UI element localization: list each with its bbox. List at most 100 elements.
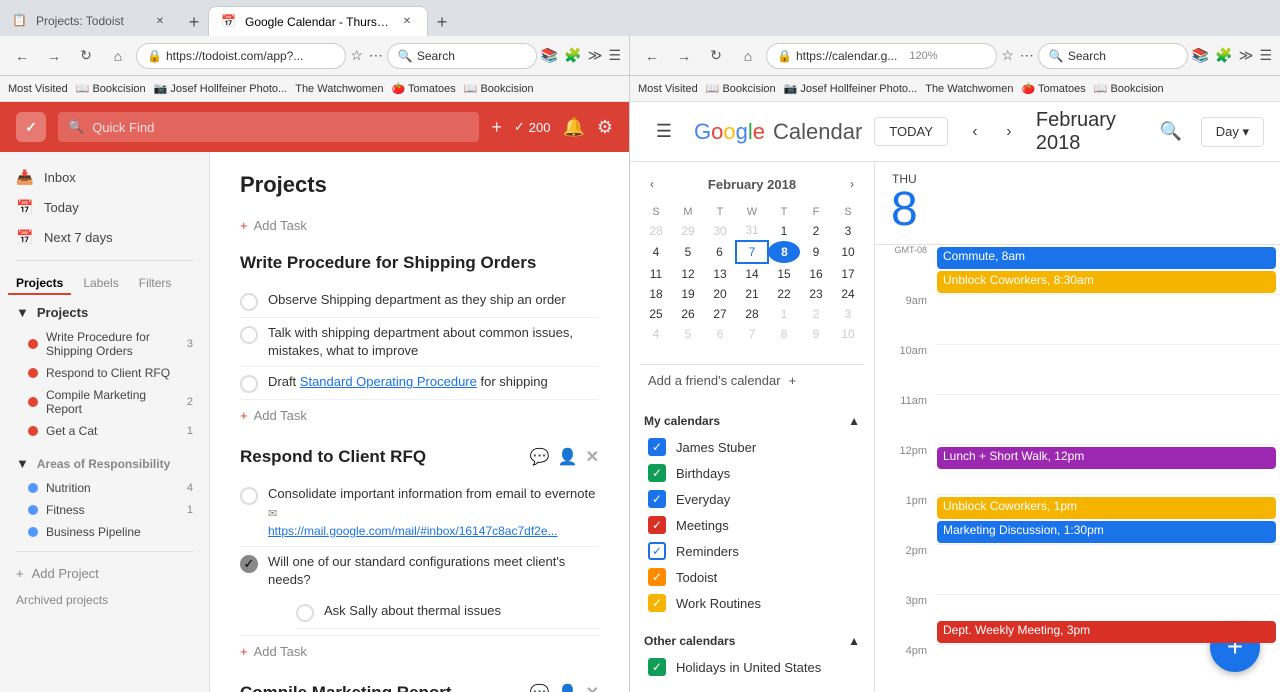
todoist-tab[interactable]: 📋 Projects: Todoist ✕	[0, 6, 180, 36]
gcal-prev-btn[interactable]: ‹	[960, 117, 990, 147]
gcal-tab-close[interactable]: ✕	[399, 14, 415, 30]
add-button[interactable]: +	[491, 117, 502, 138]
project-fitness[interactable]: Fitness 1	[0, 499, 209, 521]
subtask-checkbox-1[interactable]	[296, 604, 314, 622]
add-task-top[interactable]: + Add Task	[240, 218, 599, 233]
gcal-view-selector[interactable]: Day ▾	[1201, 117, 1264, 147]
cal-day[interactable]: 9	[800, 241, 832, 263]
cal-day[interactable]: 28	[736, 304, 768, 324]
gcal-bookmark-bookcision2[interactable]: 📖 Bookcision	[1094, 82, 1164, 95]
gcal-menu-icon[interactable]: ⋯	[1020, 47, 1034, 64]
bookmark-bookcision2[interactable]: 📖 Bookcision	[464, 82, 534, 95]
close-section-icon-2[interactable]: ✕	[586, 683, 599, 692]
bookmark-watchwomen[interactable]: The Watchwomen	[295, 83, 383, 95]
project-business[interactable]: Business Pipeline	[0, 521, 209, 543]
settings-icon[interactable]: ⚙	[597, 117, 613, 138]
event-dept-meeting[interactable]: Dept. Weekly Meeting, 3pm	[937, 621, 1276, 643]
cal-day[interactable]: 18	[640, 284, 672, 304]
event-marketing[interactable]: Marketing Discussion, 1:30pm	[937, 521, 1276, 543]
gcal-bookmark-bookcision[interactable]: 📖 Bookcision	[706, 82, 776, 95]
event-lunch[interactable]: Lunch + Short Walk, 12pm	[937, 447, 1276, 469]
gcal-overflow-icon[interactable]: ≫	[1239, 47, 1254, 64]
cal-day[interactable]: 8	[768, 324, 800, 344]
add-friend-calendar[interactable]: Add a friend's calendar +	[640, 364, 864, 396]
cal-holidays[interactable]: ✓ Holidays in United States	[640, 654, 864, 680]
overflow-icon[interactable]: ≫	[588, 47, 603, 64]
my-calendars-header[interactable]: My calendars ▲	[640, 408, 864, 434]
cal-day[interactable]: 4	[640, 241, 672, 263]
bell-icon[interactable]: 🔔	[562, 117, 584, 138]
project-nutrition[interactable]: Nutrition 4	[0, 477, 209, 499]
cal-day[interactable]: 13	[704, 263, 736, 284]
cal-day[interactable]: 19	[672, 284, 704, 304]
tab-filters[interactable]: Filters	[131, 273, 180, 295]
cal-day[interactable]: 11	[640, 263, 672, 284]
cal-day[interactable]: 21	[736, 284, 768, 304]
cal-day[interactable]: 14	[736, 263, 768, 284]
bookmark-mostvisited[interactable]: Most Visited	[8, 83, 68, 95]
cal-day[interactable]: 16	[800, 263, 832, 284]
task-checkbox-1[interactable]	[240, 293, 258, 311]
project-client-rfq[interactable]: Respond to Client RFQ	[0, 362, 209, 384]
cal-day[interactable]: 7	[736, 324, 768, 344]
gcal-address-bar[interactable]: 🔒 https://calendar.g... 120%	[766, 43, 997, 69]
cal-day[interactable]: 6	[704, 241, 736, 263]
new-tab-button[interactable]: +	[180, 8, 208, 36]
task-checkbox-2[interactable]	[240, 326, 258, 344]
cal-james[interactable]: ✓ James Stuber	[640, 434, 864, 460]
cal-day[interactable]: 27	[704, 304, 736, 324]
new-tab-button-2[interactable]: +	[428, 8, 456, 36]
back-button[interactable]: ←	[8, 42, 36, 70]
bookmark-icon[interactable]: ☆	[350, 47, 363, 64]
project-cat[interactable]: Get a Cat 1	[0, 420, 209, 442]
sidebar-toggle[interactable]: ☰	[608, 47, 621, 64]
cal-day[interactable]: 26	[672, 304, 704, 324]
gcal-today-button[interactable]: TODAY	[874, 117, 948, 146]
reload-button[interactable]: ↻	[72, 42, 100, 70]
gcal-reload-button[interactable]: ↻	[702, 42, 730, 70]
project-marketing[interactable]: Compile Marketing Report 2	[0, 384, 209, 420]
gcal-sidebar-toggle[interactable]: ☰	[1259, 47, 1272, 64]
cal-day[interactable]: 4	[640, 324, 672, 344]
cal-everyday[interactable]: ✓ Everyday	[640, 486, 864, 512]
cal-day[interactable]: 25	[640, 304, 672, 324]
forward-button[interactable]: →	[40, 42, 68, 70]
gcal-extensions-icon[interactable]: 🧩	[1215, 47, 1232, 64]
extensions-icon[interactable]: 🧩	[564, 47, 581, 64]
gcal-tab[interactable]: 📅 Google Calendar - Thursday, Febr... ✕	[208, 6, 428, 36]
cal-day[interactable]: 9	[800, 324, 832, 344]
gcal-library-icon[interactable]: 📚	[1192, 47, 1209, 64]
cal-day[interactable]: 5	[672, 324, 704, 344]
gcal-next-btn[interactable]: ›	[994, 117, 1024, 147]
person-add-icon[interactable]: 👤	[558, 447, 578, 467]
gcal-home-button[interactable]: ⌂	[734, 42, 762, 70]
mini-cal-next[interactable]: ›	[840, 172, 864, 196]
cal-day[interactable]: 1	[768, 220, 800, 241]
sidebar-item-inbox[interactable]: 📥 Inbox	[0, 162, 209, 192]
cal-day[interactable]: 5	[672, 241, 704, 263]
cal-day[interactable]: 10	[832, 324, 864, 344]
gcal-hamburger-btn[interactable]: ☰	[646, 114, 682, 150]
close-section-icon[interactable]: ✕	[586, 447, 599, 467]
cal-day[interactable]: 2	[800, 304, 832, 324]
cal-day[interactable]: 30	[704, 220, 736, 241]
projects-section-header[interactable]: ▼ Projects	[0, 299, 209, 326]
cal-day[interactable]: 22	[768, 284, 800, 304]
cal-day[interactable]: 12	[672, 263, 704, 284]
event-commute-am[interactable]: Commute, 8am	[937, 247, 1276, 269]
task-checkbox-3[interactable]	[240, 375, 258, 393]
bookmark-bookcision[interactable]: 📖 Bookcision	[76, 82, 146, 95]
gcal-bookmark-josef[interactable]: 📷 Josef Hollfeiner Photo...	[784, 82, 918, 95]
sidebar-item-today[interactable]: 📅 Today	[0, 192, 209, 222]
day-scroll[interactable]: GMT-08 9am 10am 11am 12pm 1pm 2pm 3pm 4p…	[875, 245, 1280, 692]
gcal-bookmark-tomatoes[interactable]: 🍅 Tomatoes	[1021, 82, 1085, 95]
tab-projects[interactable]: Projects	[8, 273, 71, 295]
mini-cal-prev[interactable]: ‹	[640, 172, 664, 196]
cal-day-7[interactable]: 7	[736, 241, 768, 263]
cal-work-routines[interactable]: ✓ Work Routines	[640, 590, 864, 616]
home-button[interactable]: ⌂	[104, 42, 132, 70]
add-task-shipping[interactable]: + Add Task	[240, 408, 599, 423]
event-unblock-pm[interactable]: Unblock Coworkers, 1pm	[937, 497, 1276, 519]
cal-day[interactable]: 6	[704, 324, 736, 344]
todoist-address-bar[interactable]: 🔒 https://todoist.com/app?...	[136, 43, 346, 69]
